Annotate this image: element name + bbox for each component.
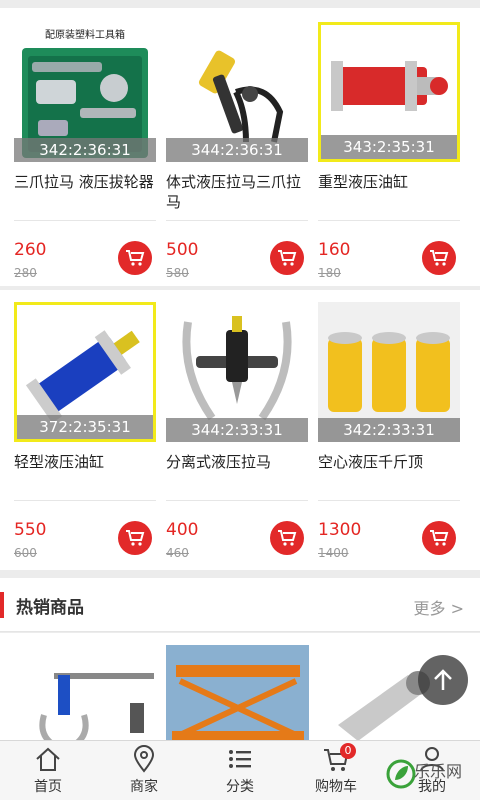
product-price: 260 xyxy=(14,240,47,260)
home-icon xyxy=(36,747,60,771)
scroll-to-top-button[interactable] xyxy=(418,655,468,705)
tab-merchants[interactable]: 商家 xyxy=(96,741,192,800)
original-price: 280 xyxy=(14,266,37,280)
cart-icon xyxy=(430,530,449,546)
product-name[interactable]: 体式液压拉马三爪拉马 xyxy=(166,172,308,212)
original-price: 460 xyxy=(166,546,189,560)
product-price: 160 xyxy=(318,240,351,260)
list-icon xyxy=(229,750,251,768)
add-to-cart-button[interactable] xyxy=(422,241,456,275)
product-name[interactable]: 三爪拉马 液压拔轮器 xyxy=(14,172,156,192)
product-name[interactable]: 轻型液压油缸 xyxy=(14,452,156,472)
page: 配原装塑料工具箱 342:2:36:31 三爪拉马 液压拔轮器 260 280 xyxy=(0,0,480,800)
arrow-up-icon xyxy=(434,669,452,690)
puller-set-image xyxy=(39,673,154,745)
divider xyxy=(166,500,308,501)
more-link[interactable]: 更多 > xyxy=(414,595,465,619)
cart-icon xyxy=(126,530,145,546)
kit-box-label: 配原装塑料工具箱 xyxy=(45,30,125,41)
tab-label: 商家 xyxy=(130,779,158,795)
product-name[interactable]: 分离式液压拉马 xyxy=(166,452,308,472)
cart-count-badge: 0 xyxy=(340,743,356,759)
hot-product-image[interactable] xyxy=(14,645,157,745)
original-price: 1400 xyxy=(318,546,349,560)
hot-products-header: 热销商品 更多 > xyxy=(0,578,480,632)
countdown-timer: 342:2:33:31 xyxy=(318,418,460,442)
product-row-2: 372:2:35:31 轻型液压油缸 550 600 344:2:33:31 分… xyxy=(0,290,480,570)
original-price: 600 xyxy=(14,546,37,560)
original-price: 180 xyxy=(318,266,341,280)
tab-cart[interactable]: 0 购物车 xyxy=(288,741,384,800)
hot-products-row xyxy=(0,633,480,745)
tab-label: 购物车 xyxy=(315,779,357,795)
product-card[interactable]: 342:2:33:31 空心液压千斤顶 1300 1400 xyxy=(318,302,464,570)
add-to-cart-button[interactable] xyxy=(270,241,304,275)
watermark-logo: 乐乐网 xyxy=(384,752,480,800)
product-card[interactable]: 343:2:35:31 重型液压油缸 160 180 xyxy=(318,22,464,290)
product-row-1: 配原装塑料工具箱 342:2:36:31 三爪拉马 液压拔轮器 260 280 xyxy=(0,8,480,286)
location-pin-icon xyxy=(133,745,155,773)
product-price: 500 xyxy=(166,240,199,260)
product-image[interactable]: 配原装塑料工具箱 342:2:36:31 xyxy=(14,22,156,162)
add-to-cart-button[interactable] xyxy=(118,241,152,275)
add-to-cart-button[interactable] xyxy=(422,521,456,555)
product-name[interactable]: 重型液压油缸 xyxy=(318,172,460,192)
add-to-cart-button[interactable] xyxy=(118,521,152,555)
section-accent-bar xyxy=(0,592,4,618)
product-name[interactable]: 空心液压千斤顶 xyxy=(318,452,460,472)
divider xyxy=(14,220,156,221)
product-image[interactable]: 344:2:33:31 xyxy=(166,302,308,442)
cart-icon xyxy=(278,530,297,546)
product-price: 400 xyxy=(166,520,199,540)
countdown-timer: 342:2:36:31 xyxy=(14,138,156,162)
hot-product-image[interactable] xyxy=(166,645,309,745)
product-image[interactable]: 343:2:35:31 xyxy=(318,22,460,162)
product-card[interactable]: 344:2:33:31 分离式液压拉马 400 460 xyxy=(166,302,312,570)
watermark-text: 乐乐网 xyxy=(414,762,463,781)
tab-label: 首页 xyxy=(34,779,62,795)
divider xyxy=(318,500,460,501)
product-card[interactable]: 372:2:35:31 轻型液压油缸 550 600 xyxy=(14,302,160,570)
product-image[interactable]: 342:2:33:31 xyxy=(318,302,460,442)
product-price: 1300 xyxy=(318,520,362,540)
product-card[interactable]: 配原装塑料工具箱 342:2:36:31 三爪拉马 液压拔轮器 260 280 xyxy=(14,22,160,290)
original-price: 580 xyxy=(166,266,189,280)
divider xyxy=(318,220,460,221)
divider xyxy=(166,220,308,221)
product-image[interactable]: 372:2:35:31 xyxy=(14,302,156,442)
tab-categories[interactable]: 分类 xyxy=(192,741,288,800)
countdown-timer: 343:2:35:31 xyxy=(321,135,457,159)
product-image[interactable]: 344:2:36:31 xyxy=(166,22,308,162)
countdown-timer: 344:2:36:31 xyxy=(166,138,308,162)
tab-home[interactable]: 首页 xyxy=(0,741,96,800)
add-to-cart-button[interactable] xyxy=(270,521,304,555)
cart-icon xyxy=(126,250,145,266)
product-card[interactable]: 344:2:36:31 体式液压拉马三爪拉马 500 580 xyxy=(166,22,312,290)
tab-label: 分类 xyxy=(226,779,254,795)
countdown-timer: 372:2:35:31 xyxy=(17,415,153,439)
divider xyxy=(14,500,156,501)
section-title: 热销商品 xyxy=(16,598,84,618)
cart-icon xyxy=(430,250,449,266)
scissor-lift-image xyxy=(166,645,309,745)
cart-icon xyxy=(278,250,297,266)
countdown-timer: 344:2:33:31 xyxy=(166,418,308,442)
product-price: 550 xyxy=(14,520,47,540)
leaf-logo-icon xyxy=(386,759,416,789)
